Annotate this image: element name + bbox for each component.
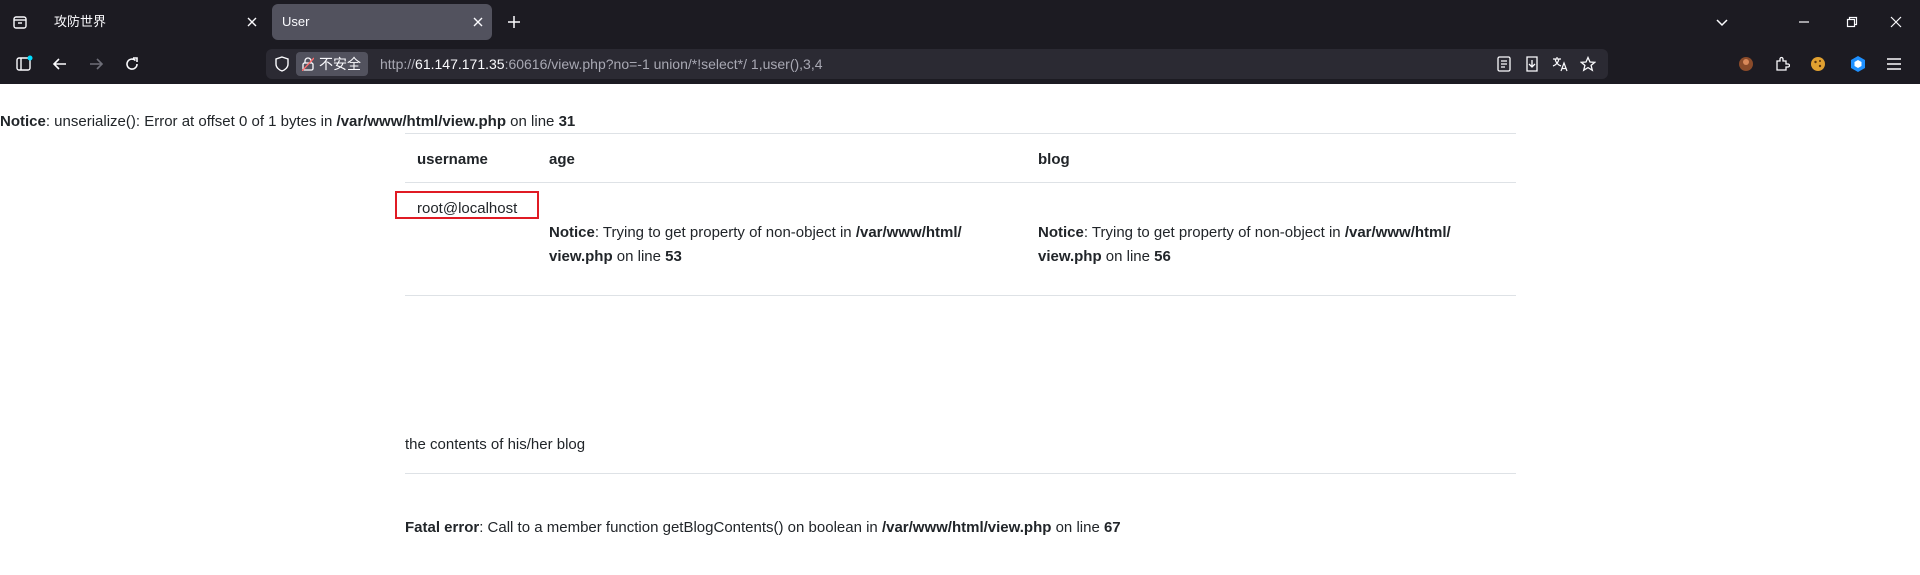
notice-path: /var/www/html/ <box>1344 224 1451 241</box>
minimize-icon[interactable] <box>1792 10 1816 34</box>
notice-label: Notice <box>1038 224 1084 241</box>
tab-1[interactable]: 攻防世界 <box>44 4 266 40</box>
fatal-error-label: Fatal error <box>405 519 480 536</box>
cube-extension-icon[interactable] <box>1846 52 1870 76</box>
notice-path: /var/www/html/ <box>855 224 962 241</box>
blog-notice: Notice: Trying to get property of non-ob… <box>1038 221 1518 269</box>
reload-icon[interactable] <box>120 52 144 76</box>
not-secure-label: 不安全 <box>319 56 361 72</box>
fatal-error-on-line: on line <box>1051 519 1104 536</box>
notice-on-line: on line <box>506 113 559 130</box>
reader-view-icon[interactable] <box>1494 54 1514 74</box>
notice-line-number: 56 <box>1154 248 1171 265</box>
fatal-error-line-number: 67 <box>1103 519 1121 536</box>
cookie-extension-icon[interactable] <box>1806 52 1830 76</box>
notice-line-number: 31 <box>558 113 576 130</box>
notice-text: : Trying to get property of non-object i… <box>1083 224 1345 241</box>
url-text[interactable]: http://61.147.171.35:60616/view.php?no=-… <box>380 49 823 79</box>
notice-label: Notice <box>549 224 595 241</box>
tab-2[interactable]: User <box>272 4 492 40</box>
blog-contents-label: the contents of his/her blog <box>405 436 586 453</box>
download-page-icon[interactable] <box>1522 54 1542 74</box>
url-path: :60616/view.php?no=-1 union/*!select*/ 1… <box>504 56 823 72</box>
extensions-icon[interactable] <box>1770 52 1794 76</box>
tab-bar: 攻防世界 User <box>0 0 1920 44</box>
close-window-icon[interactable] <box>1884 10 1908 34</box>
tab-title: User <box>282 14 310 29</box>
notice-on-line: on line <box>1101 248 1155 265</box>
translate-icon[interactable] <box>1550 54 1570 74</box>
fatal-error: Fatal error: Call to a member function g… <box>405 516 1121 540</box>
bookmark-star-icon[interactable] <box>1578 54 1598 74</box>
url-host: 61.147.171.35 <box>415 56 505 72</box>
header-age: age <box>549 151 575 168</box>
url-bar[interactable]: 不安全 http://61.147.171.35:60616/view.php?… <box>266 49 1608 79</box>
notice-on-line: on line <box>612 248 666 265</box>
notice-path: /var/www/html/view.php <box>336 113 507 130</box>
extension-avatar-icon[interactable] <box>1734 52 1758 76</box>
lock-broken-icon <box>302 57 314 71</box>
url-prefix: http:// <box>380 56 416 72</box>
notice-line-number: 53 <box>665 248 682 265</box>
back-icon[interactable] <box>48 52 72 76</box>
notice-text: : Trying to get property of non-object i… <box>594 224 856 241</box>
header-blog: blog <box>1038 151 1070 168</box>
table-bottom-border <box>405 295 1516 296</box>
notice-label: Notice <box>0 113 46 130</box>
notice-path-file: view.php <box>549 248 613 265</box>
tab-list-icon[interactable] <box>8 10 32 34</box>
close-tab-icon[interactable] <box>468 12 488 32</box>
shield-icon[interactable] <box>272 54 292 74</box>
highlight-box <box>395 191 539 219</box>
table-top-border <box>405 133 1516 134</box>
browser-chrome: 攻防世界 User 不安全 http://61.147.171.35:60616… <box>0 0 1920 84</box>
unserialize-notice: Notice: unserialize(): Error at offset 0… <box>0 113 575 130</box>
page-content: Notice: unserialize(): Error at offset 0… <box>0 84 1920 575</box>
menu-icon[interactable] <box>1882 52 1906 76</box>
close-tab-icon[interactable] <box>242 12 262 32</box>
sidebar-icon[interactable] <box>12 52 36 76</box>
blog-divider <box>405 473 1516 474</box>
restore-icon[interactable] <box>1840 10 1864 34</box>
header-divider <box>405 182 1516 183</box>
tab-title: 攻防世界 <box>54 14 107 29</box>
notice-text: : unserialize(): Error at offset 0 of 1 … <box>45 113 337 130</box>
fatal-error-path: /var/www/html/view.php <box>881 519 1052 536</box>
navigation-bar: 不安全 http://61.147.171.35:60616/view.php?… <box>0 44 1920 84</box>
forward-icon[interactable] <box>84 52 108 76</box>
new-tab-icon[interactable] <box>502 10 526 34</box>
fatal-error-text: : Call to a member function getBlogConte… <box>479 519 882 536</box>
chevron-down-icon[interactable] <box>1710 10 1734 34</box>
age-notice: Notice: Trying to get property of non-ob… <box>549 221 1029 269</box>
header-username: username <box>417 151 488 168</box>
notice-path-file: view.php <box>1038 248 1102 265</box>
not-secure-badge[interactable]: 不安全 <box>296 52 368 76</box>
